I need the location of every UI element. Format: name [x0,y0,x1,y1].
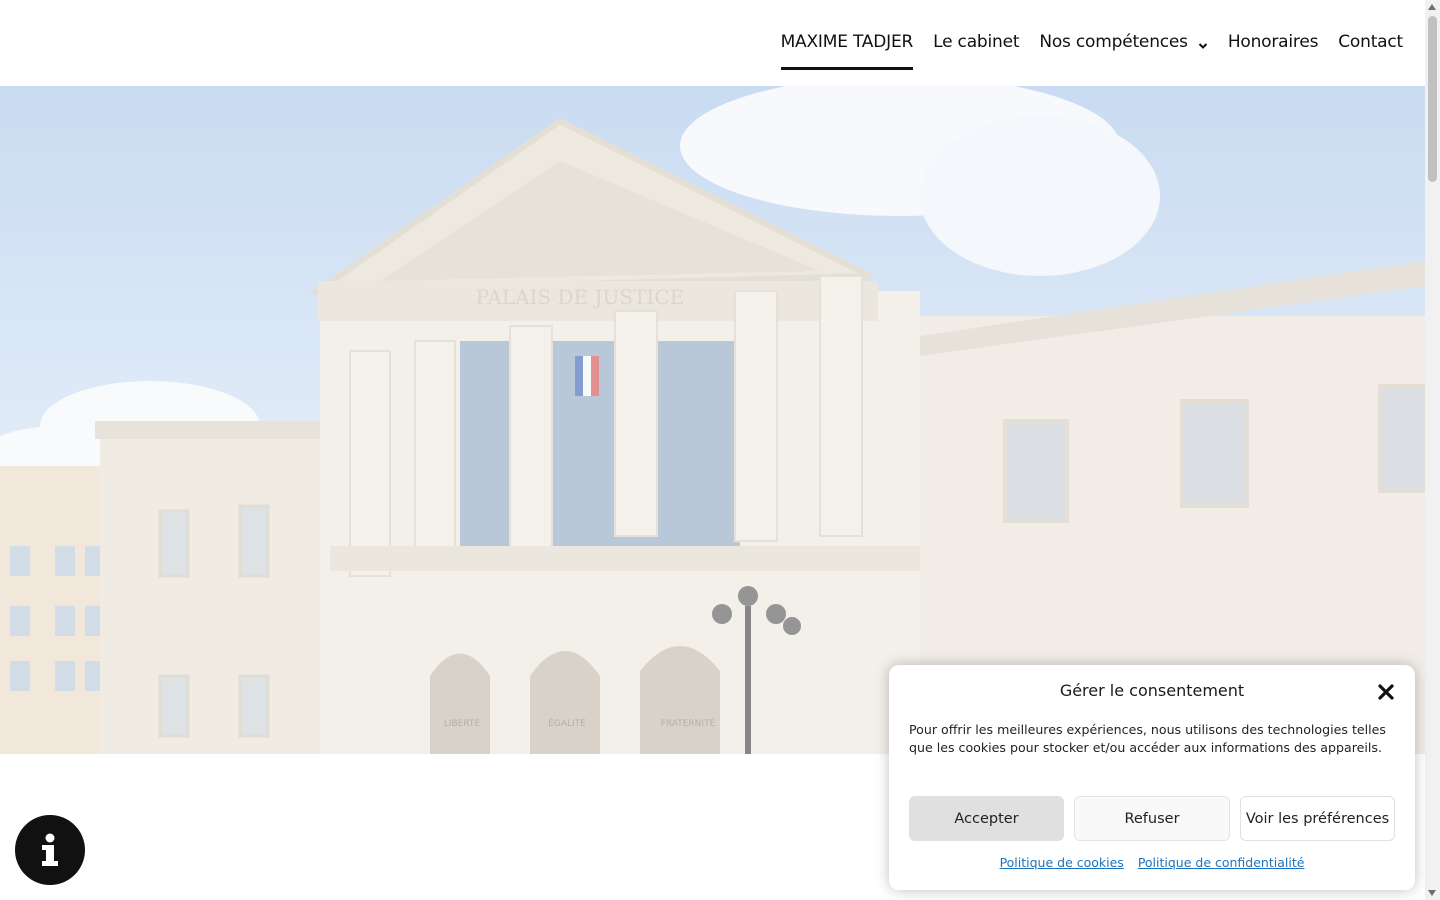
privacy-policy-link[interactable]: Politique de confidentialité [1138,855,1305,870]
nav-item-label: Contact [1338,32,1403,52]
cookie-title: Gérer le consentement [1059,681,1245,700]
info-icon [42,833,58,866]
nav-item-maxime-tadjer[interactable]: MAXIME TADJER [780,0,914,86]
nav-item-label: Nos compétences [1039,32,1188,52]
info-button[interactable] [15,815,85,885]
hero-image: PALAIS DE JUSTICE LIBERTÉ ÉGALITÉ FRATER… [0,86,1425,754]
chevron-down-icon [1198,36,1208,49]
nav-item-le-cabinet[interactable]: Le cabinet [933,0,1019,86]
nav-item-contact[interactable]: Contact [1338,0,1403,86]
scrollbar[interactable] [1425,0,1440,900]
scroll-thumb[interactable] [1428,16,1437,182]
cookie-policy-link[interactable]: Politique de cookies [1000,855,1124,870]
scroll-down-arrow-icon[interactable] [1428,890,1436,896]
preferences-button[interactable]: Voir les préférences [1240,796,1395,841]
refuse-button[interactable]: Refuser [1074,796,1230,841]
cookie-description: Pour offrir les meilleures expériences, … [909,722,1386,755]
main-nav: MAXIME TADJER Le cabinet Nos compétences… [761,0,1403,86]
accept-button[interactable]: Accepter [909,796,1064,841]
nav-item-label: MAXIME TADJER [780,32,914,52]
hero-overlay [0,86,1425,754]
nav-item-honoraires[interactable]: Honoraires [1227,0,1319,86]
nav-item-label: Le cabinet [933,32,1020,52]
nav-item-nos-competences[interactable]: Nos compétences [1039,0,1208,86]
scroll-up-arrow-icon[interactable] [1428,4,1436,10]
site-header: MAXIME TADJER Le cabinet Nos compétences… [0,0,1425,86]
cookie-consent-dialog: Gérer le consentement Pour offrir les me… [889,665,1415,890]
nav-item-label: Honoraires [1227,32,1319,52]
cookie-links: Politique de cookies Politique de confid… [889,855,1415,870]
close-icon[interactable] [1377,683,1395,701]
